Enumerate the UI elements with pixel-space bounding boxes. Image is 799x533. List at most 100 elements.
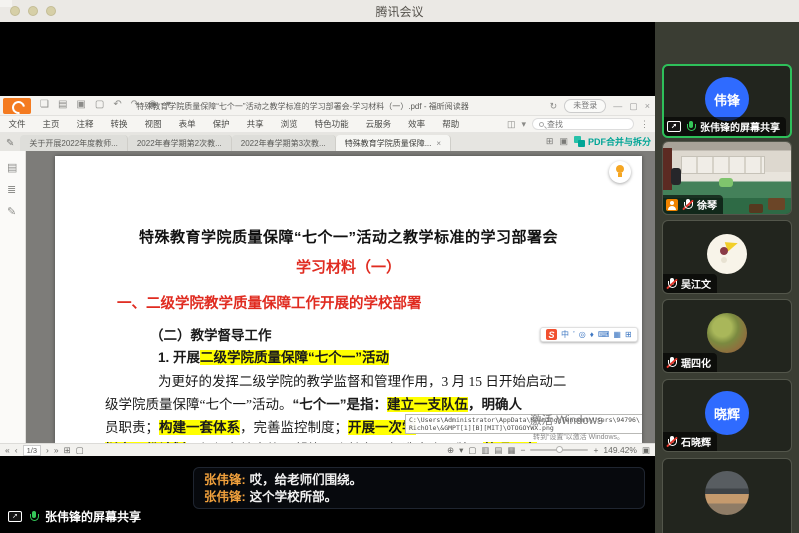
- menu-cloud[interactable]: 云服务: [357, 118, 400, 130]
- first-page-icon[interactable]: «: [5, 445, 10, 455]
- sync-icon[interactable]: ↻: [550, 101, 558, 112]
- menu-view[interactable]: 视图: [136, 118, 170, 130]
- login-button[interactable]: 未登录: [564, 99, 606, 113]
- zoom-out-icon[interactable]: −: [520, 445, 525, 455]
- menu-protect[interactable]: 保护: [204, 118, 238, 130]
- last-page-icon[interactable]: »: [54, 445, 59, 455]
- single-view-icon[interactable]: ▣: [559, 136, 568, 147]
- pdf-content-area: ▤ ≣ ✎ 特殊教育学院质量保障“七个一”活动之教学标准的学习部署会 学习材料（…: [0, 151, 655, 443]
- merge-split-label: PDF合并与拆分: [588, 135, 651, 148]
- live-captions-panel: 张伟锋:哎，给老师们围绕。 张伟锋:这个学校所部。: [193, 467, 645, 509]
- zoom-slider-knob[interactable]: [556, 446, 563, 453]
- annotate-pen-icon[interactable]: ✎: [6, 138, 14, 149]
- find-box[interactable]: [532, 118, 634, 130]
- ime-punctuation-icon[interactable]: ’: [573, 331, 575, 339]
- file-path-tooltip-line1: C:\Users\Administrator\AppData\Roaming\T…: [409, 416, 642, 424]
- menu-features[interactable]: 特色功能: [306, 118, 357, 130]
- participant-tile-wujiangwen[interactable]: 吴江文: [662, 220, 792, 294]
- avatar: 伟锋: [705, 77, 749, 121]
- grid-view-icon[interactable]: ⊞: [546, 136, 554, 147]
- participant-name: 石晓辉: [681, 434, 711, 449]
- thumbnails-panel-icon[interactable]: ▤: [7, 161, 17, 174]
- menu-convert[interactable]: 转换: [102, 118, 136, 130]
- annotations-panel-icon[interactable]: ✎: [7, 205, 16, 218]
- doc-tab-1[interactable]: 关于开展2022年度教师...: [20, 135, 127, 151]
- participant-tile-weifeng[interactable]: 伟锋 ➚ 张伟锋的屏幕共享: [662, 64, 792, 138]
- ime-toolbox-icon[interactable]: ▦: [613, 331, 621, 339]
- hand-tool-icon[interactable]: ⊕: [447, 445, 454, 456]
- new-page-icon[interactable]: ▢: [95, 99, 104, 110]
- participant-tile-shixiaohui[interactable]: 晓辉 石晓辉: [662, 379, 792, 452]
- view-mode-icon[interactable]: ◫: [507, 119, 516, 130]
- tencent-meeting-window: 腾讯会议 ❏ ▤ ▣ ▢ ↶ ↷ ◉ ▾ 特殊教育学院质量保障“七个一”活动之教…: [0, 0, 799, 533]
- participant-name: 吴江文: [681, 276, 711, 291]
- more-options-icon[interactable]: ⋮: [640, 119, 649, 130]
- save-icon[interactable]: ▤: [58, 99, 67, 110]
- doc-tab-4-label: 特殊教育学院质量保障...: [345, 138, 432, 149]
- layout-continuous-icon[interactable]: ▥: [481, 445, 489, 456]
- body-line-2: 为更好的发挥二级学院的教学监督和管理作用，3 月 15 日开始启动二: [158, 370, 566, 390]
- assistant-lightbulb-button[interactable]: [609, 161, 631, 183]
- prev-page-icon[interactable]: ‹: [15, 445, 18, 455]
- menu-share[interactable]: 共享: [238, 118, 272, 130]
- page-single-icon[interactable]: ▢: [76, 445, 84, 456]
- participant-tile-jusihua[interactable]: 琚四化: [662, 299, 792, 373]
- ime-chinese-mode-icon[interactable]: 中: [561, 331, 569, 339]
- video-person: [671, 168, 681, 185]
- menu-file[interactable]: 文件: [0, 118, 34, 130]
- menu-help[interactable]: 帮助: [434, 118, 468, 130]
- maximize-icon[interactable]: ▢: [629, 101, 638, 112]
- screen-artifact: [0, 0, 12, 7]
- close-window-icon[interactable]: [10, 6, 20, 16]
- layout-book-icon[interactable]: ▦: [507, 445, 515, 456]
- sogou-ime-toolbar[interactable]: S 中 ’ ◎ ♦ ⌨ ▦ ⊞: [540, 327, 638, 342]
- page-grid-icon[interactable]: ⊞: [64, 445, 71, 456]
- ime-emoji-icon[interactable]: ◎: [579, 331, 586, 339]
- search-input[interactable]: [547, 120, 627, 129]
- menu-home[interactable]: 主页: [34, 118, 68, 130]
- layout-single-icon[interactable]: ▢: [468, 445, 476, 456]
- menu-form[interactable]: 表单: [170, 118, 204, 130]
- open-file-icon[interactable]: ❏: [40, 99, 49, 110]
- participant-tile-partial[interactable]: [662, 458, 792, 533]
- ime-keyboard-icon[interactable]: ⌨: [598, 331, 610, 339]
- doc-tab-2-label: 2022年春学期第2次教...: [137, 138, 222, 149]
- bookmarks-panel-icon[interactable]: ≣: [7, 183, 16, 196]
- ime-voice-icon[interactable]: ♦: [590, 331, 594, 339]
- doc-tab-1-label: 关于开展2022年度教师...: [29, 138, 117, 149]
- participant-tile-xuqin[interactable]: 徐琴: [662, 141, 792, 215]
- body-line-3: 级学院质量保障“七个一”活动。“七个一”是指：建立一支队伍，明确人: [105, 393, 522, 413]
- doc-tab-2[interactable]: 2022年春学期第2次教...: [128, 135, 232, 151]
- zoom-slider[interactable]: [530, 449, 588, 451]
- menu-comment[interactable]: 注释: [68, 118, 102, 130]
- page-number-field[interactable]: 1/3: [23, 445, 41, 456]
- zoom-level[interactable]: 149.42%: [603, 445, 637, 455]
- ime-skin-icon[interactable]: ⊞: [625, 331, 632, 339]
- fullscreen-icon[interactable]: ▣: [642, 445, 650, 456]
- zoom-in-icon[interactable]: +: [593, 445, 598, 455]
- doc-tab-3[interactable]: 2022年春学期第3次教...: [232, 135, 336, 151]
- view-mode-dropdown-icon[interactable]: ▾: [521, 119, 526, 130]
- next-page-icon[interactable]: ›: [46, 445, 49, 455]
- menu-efficiency[interactable]: 效率: [400, 118, 434, 130]
- body-line-4-highlight1: 构建一套体系: [159, 420, 240, 435]
- tab-close-icon[interactable]: ×: [436, 139, 441, 148]
- doc-tab-4-active[interactable]: 特殊教育学院质量保障... ×: [336, 135, 451, 151]
- participant-label: 琚四化: [663, 353, 717, 372]
- minimize-icon[interactable]: —: [613, 101, 622, 111]
- layout-facing-icon[interactable]: ▤: [494, 445, 502, 456]
- close-icon[interactable]: ×: [645, 101, 650, 111]
- menu-browse[interactable]: 浏览: [272, 118, 306, 130]
- zoom-dropdown-icon[interactable]: ▾: [459, 445, 463, 456]
- print-icon[interactable]: ▣: [76, 99, 85, 110]
- minimize-window-icon[interactable]: [28, 6, 38, 16]
- mic-muted-icon: [666, 436, 677, 448]
- video-shelf: [681, 156, 765, 173]
- zoom-window-icon[interactable]: [46, 6, 56, 16]
- sogou-logo-icon[interactable]: S: [546, 329, 557, 340]
- body-line-3-highlight: 建立一支队伍: [387, 397, 468, 412]
- foxit-logo-icon[interactable]: [3, 98, 31, 114]
- video-chair: [749, 204, 763, 213]
- macos-titlebar: 腾讯会议: [0, 0, 799, 22]
- pdf-merge-split-button[interactable]: PDF合并与拆分: [574, 135, 651, 148]
